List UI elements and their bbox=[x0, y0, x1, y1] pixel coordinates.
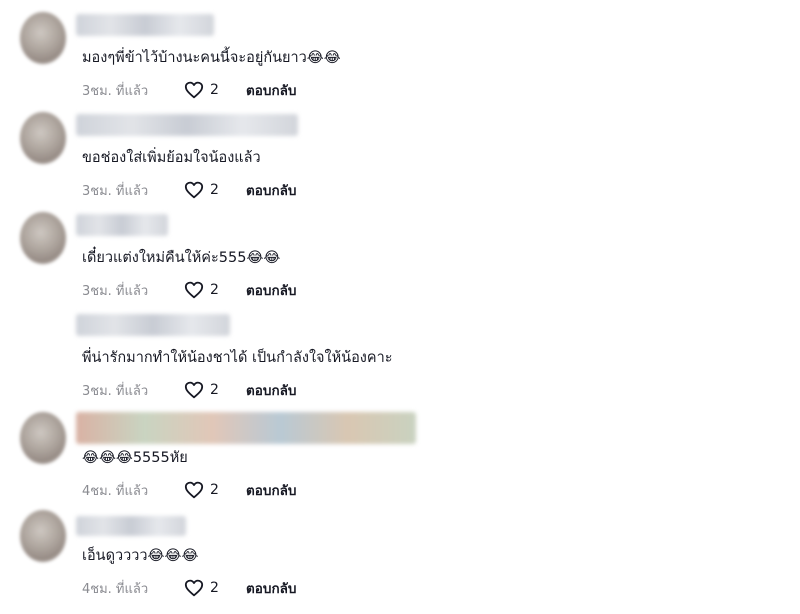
heart-icon[interactable] bbox=[184, 579, 204, 597]
reply-button[interactable]: ตอบกลับ bbox=[246, 379, 296, 401]
heart-icon[interactable] bbox=[184, 481, 204, 499]
username-blurred[interactable] bbox=[76, 516, 186, 536]
avatar[interactable] bbox=[20, 412, 66, 464]
comment-time: 3ชม. ที่แล้ว bbox=[82, 83, 149, 99]
comment-text: เดี๋ยวแต่งใหม่คืนให้ค่ะ555😂😂 bbox=[82, 250, 281, 266]
avatar[interactable] bbox=[20, 112, 66, 164]
avatar[interactable] bbox=[20, 510, 66, 562]
comment-text: มองๆพี่ข้าไว้บ้างนะคนนี้จะอยู่กันยาว😂😂 bbox=[82, 50, 341, 66]
avatar[interactable] bbox=[20, 312, 66, 364]
like-count: 2 bbox=[210, 482, 219, 498]
comment-item: เอ็นดูวววว😂😂😂 4ชม. ที่แล้ว 2 ตอบกลับ bbox=[0, 510, 800, 610]
heart-icon[interactable] bbox=[184, 181, 204, 199]
comment-time: 3ชม. ที่แล้ว bbox=[82, 383, 149, 399]
comment-text: พี่น่ารักมากทำให้น้องชาได้ เป็นกำลังใจให… bbox=[82, 350, 393, 366]
comment-meta: 4ชม. ที่แล้ว 2 ตอบกลับ bbox=[82, 480, 296, 500]
comment-time: 3ชม. ที่แล้ว bbox=[82, 283, 149, 299]
like-count: 2 bbox=[210, 580, 219, 596]
comment-list: { "comments": [ {"text":"มองๆพี่ข้าไว้บ้… bbox=[0, 0, 800, 614]
comment-item: เดี๋ยวแต่งใหม่คืนให้ค่ะ555😂😂 3ชม. ที่แล้… bbox=[0, 212, 800, 312]
comment-time: 4ชม. ที่แล้ว bbox=[82, 483, 149, 499]
reply-button[interactable]: ตอบกลับ bbox=[246, 577, 296, 599]
comment-meta: 3ชม. ที่แล้ว 2 ตอบกลับ bbox=[82, 180, 296, 200]
comment-text: 😂😂😂5555หัย bbox=[82, 450, 188, 466]
username-blurred[interactable] bbox=[76, 314, 230, 336]
reply-button[interactable]: ตอบกลับ bbox=[246, 479, 296, 501]
avatar[interactable] bbox=[20, 212, 66, 264]
reply-button[interactable]: ตอบกลับ bbox=[246, 79, 296, 101]
heart-icon[interactable] bbox=[184, 281, 204, 299]
heart-icon[interactable] bbox=[184, 81, 204, 99]
comment-text: ขอช่องใส่เพิ่มย้อมใจน้องแล้ว bbox=[82, 150, 261, 166]
comment-time: 3ชม. ที่แล้ว bbox=[82, 183, 149, 199]
like-count: 2 bbox=[210, 182, 219, 198]
username-blurred[interactable] bbox=[76, 412, 416, 444]
comment-item: ขอช่องใส่เพิ่มย้อมใจน้องแล้ว 3ชม. ที่แล้… bbox=[0, 112, 800, 212]
like-count: 2 bbox=[210, 382, 219, 398]
comment-meta: 3ชม. ที่แล้ว 2 ตอบกลับ bbox=[82, 80, 296, 100]
reply-button[interactable]: ตอบกลับ bbox=[246, 279, 296, 301]
comment-meta: 3ชม. ที่แล้ว 2 ตอบกลับ bbox=[82, 380, 296, 400]
comment-time: 4ชม. ที่แล้ว bbox=[82, 581, 149, 597]
comment-meta: 4ชม. ที่แล้ว 2 ตอบกลับ bbox=[82, 578, 296, 598]
comment-item: มองๆพี่ข้าไว้บ้างนะคนนี้จะอยู่กันยาว😂😂 3… bbox=[0, 12, 800, 112]
comment-item: พี่น่ารักมากทำให้น้องชาได้ เป็นกำลังใจให… bbox=[0, 312, 800, 412]
heart-icon[interactable] bbox=[184, 381, 204, 399]
username-blurred[interactable] bbox=[76, 14, 214, 36]
avatar[interactable] bbox=[20, 12, 66, 64]
comment-meta: 3ชม. ที่แล้ว 2 ตอบกลับ bbox=[82, 280, 296, 300]
username-blurred[interactable] bbox=[76, 114, 298, 136]
comment-text: เอ็นดูวววว😂😂😂 bbox=[82, 548, 199, 564]
username-blurred[interactable] bbox=[76, 214, 168, 236]
like-count: 2 bbox=[210, 82, 219, 98]
like-count: 2 bbox=[210, 282, 219, 298]
comment-item: 😂😂😂5555หัย 4ชม. ที่แล้ว 2 ตอบกลับ bbox=[0, 412, 800, 512]
reply-button[interactable]: ตอบกลับ bbox=[246, 179, 296, 201]
